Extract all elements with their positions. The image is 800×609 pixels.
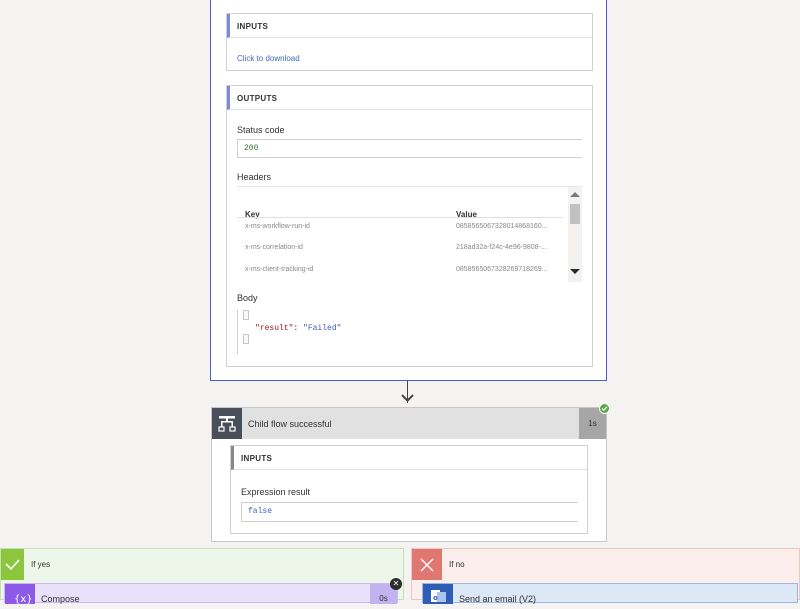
header-value: 08585650673280148681​60... [456, 223, 548, 230]
scroll-up-icon[interactable] [570, 192, 580, 197]
fold-open-icon[interactable] [243, 310, 249, 320]
status-code-field: 200 [237, 139, 582, 158]
body-label: Body [237, 293, 258, 303]
json-colon: : [293, 324, 304, 333]
json-key: "result" [255, 324, 294, 333]
header-value: 085856506732826971826​9... [456, 266, 548, 273]
scroll-thumb[interactable] [570, 204, 580, 224]
email-title: Send an email (V2) [459, 594, 537, 604]
if-yes-label: If yes [31, 560, 51, 569]
svg-text:o: o [433, 594, 438, 602]
body-json-line: "result": "Failed" [255, 324, 341, 333]
condition-header[interactable]: Child flow successful 1s [212, 408, 606, 439]
compose-icon: {x} [5, 584, 35, 605]
outputs-section: OUTPUTS Status code 200 Headers Key Valu… [226, 85, 593, 367]
json-value: "Failed" [303, 324, 342, 333]
condition-card[interactable]: Child flow successful 1s INPUTS Expressi… [211, 407, 607, 542]
outlook-icon: o [423, 584, 453, 604]
condition-inputs-section: INPUTS Expression result false [230, 445, 588, 534]
inputs-header: INPUTS [227, 14, 592, 38]
scroll-down-icon[interactable] [570, 269, 580, 274]
headers-divider [237, 217, 562, 218]
condition-icon [212, 408, 242, 439]
inputs-section: INPUTS Click to download [226, 13, 593, 71]
status-code-label: Status code [237, 125, 285, 135]
send-email-action-card[interactable]: o Send an email (V2) [422, 583, 798, 604]
cross-icon [412, 549, 442, 580]
compose-action-card[interactable]: {x} Compose 0s [4, 583, 398, 605]
close-icon[interactable]: ✕ [390, 578, 402, 590]
success-check-icon [599, 403, 610, 414]
branch-if-yes[interactable]: If yes {x} Compose 0s [0, 548, 404, 605]
action-details-card: INPUTS Click to download OUTPUTS Status … [210, 0, 607, 381]
expression-result-label: Expression result [241, 487, 311, 497]
condition-title: Child flow successful [248, 419, 332, 429]
if-no-label: If no [449, 560, 465, 569]
branch-if-no[interactable]: If no o Send an email (V2) [411, 548, 800, 604]
header-value: 218ad32a-f24c-4e96-9808-... [456, 244, 547, 251]
check-icon [1, 549, 24, 580]
svg-text:{x}: {x} [14, 594, 33, 604]
headers-scrollbar[interactable] [568, 187, 582, 282]
condition-inputs-header: INPUTS [231, 446, 587, 470]
header-key: x-ms-workflow-run-id [245, 223, 310, 230]
headers-label: Headers [237, 172, 272, 182]
headers-table: Key Value x-ms-workflow-run-id 085856506… [237, 186, 582, 282]
outputs-header: OUTPUTS [227, 86, 592, 110]
fold-close-icon[interactable] [243, 334, 249, 344]
header-key: x-ms-correlation-id [245, 244, 303, 251]
header-key: x-ms-client-tracking-id [245, 266, 314, 273]
body-json-viewer: "result": "Failed" [237, 310, 582, 354]
compose-title: Compose [41, 594, 80, 604]
expression-result-field: false [241, 502, 578, 522]
download-inputs-link[interactable]: Click to download [237, 54, 300, 63]
